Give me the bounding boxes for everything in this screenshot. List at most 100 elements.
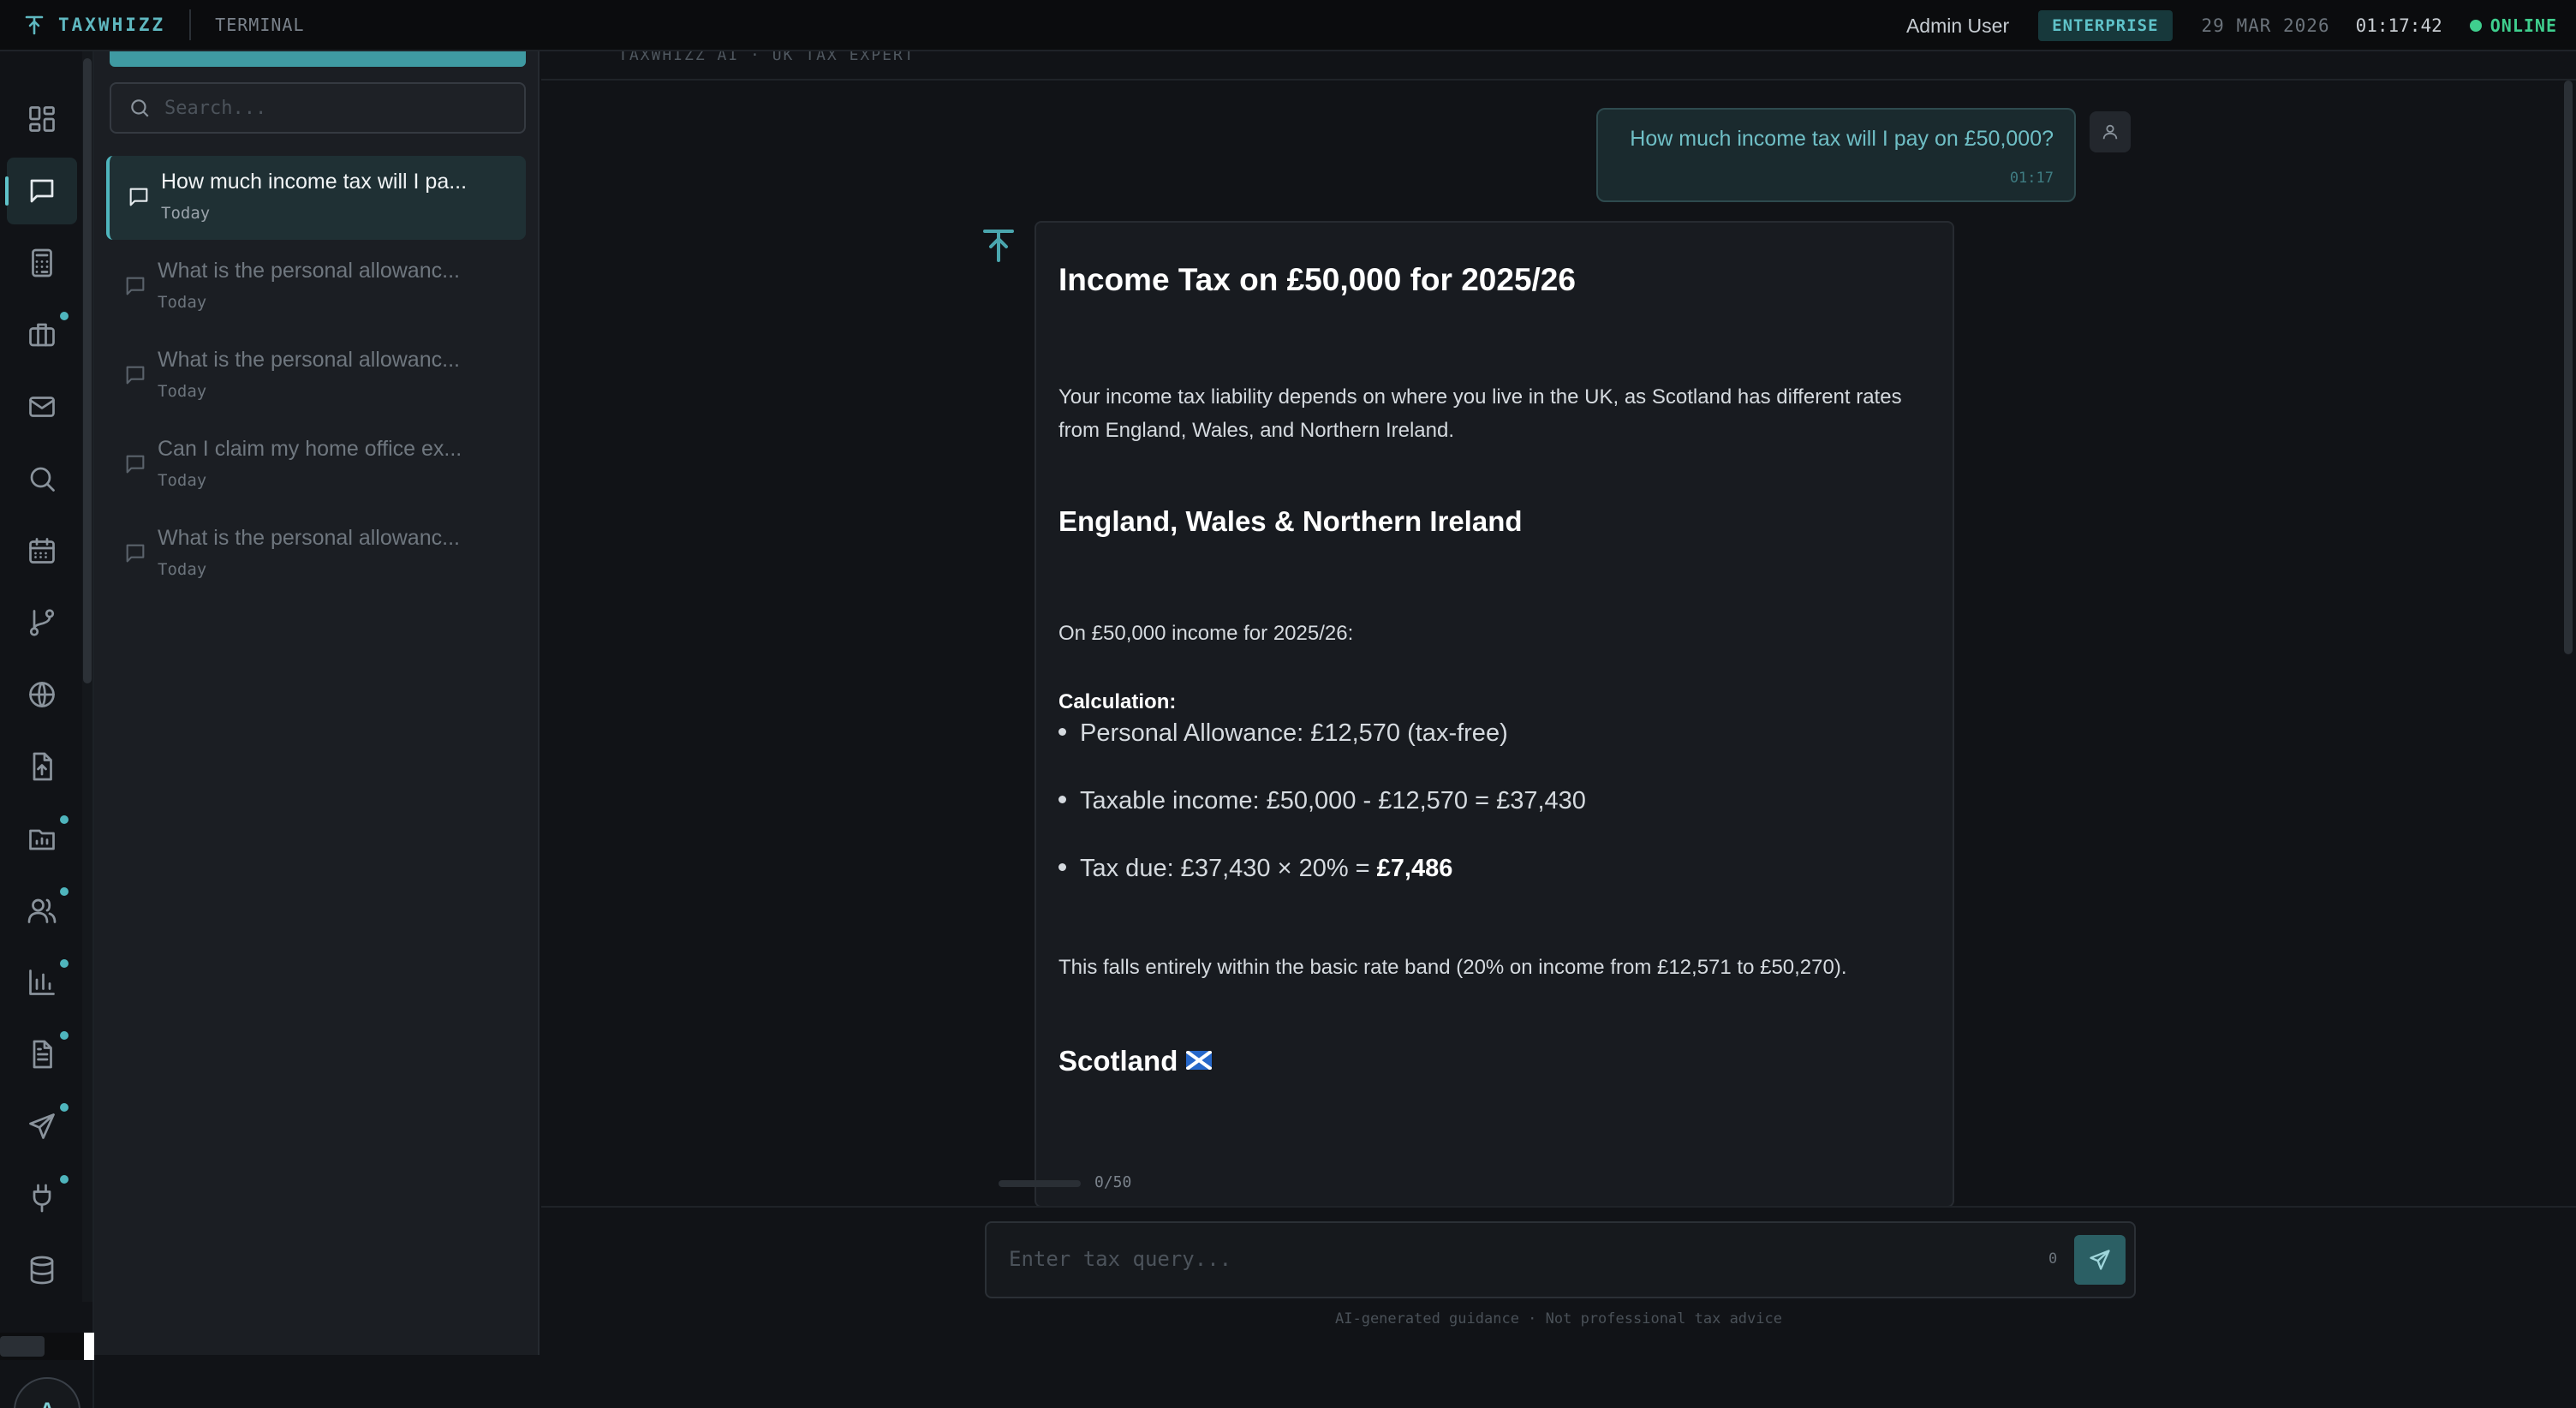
dashboard-icon xyxy=(29,106,55,132)
rail-calendar[interactable] xyxy=(7,517,77,584)
user-message-bubble: How much income tax will I pay on £50,00… xyxy=(1596,108,2076,202)
top-bar: TAXWHIZZ TERMINAL Admin User ENTERPRISE … xyxy=(0,0,2576,51)
notification-badge xyxy=(60,1175,69,1184)
conversation-date: Today xyxy=(158,471,207,490)
user-avatar xyxy=(2090,111,2131,152)
character-count: 0 xyxy=(2048,1250,2058,1268)
chat-bubble-icon xyxy=(127,185,151,209)
rail-search[interactable] xyxy=(7,445,77,512)
conversation-item[interactable]: How much income tax will I pa... Today xyxy=(106,156,526,240)
mail-icon xyxy=(29,397,55,417)
conversation-search[interactable] xyxy=(110,82,526,134)
calculation-label: Calculation: xyxy=(1058,690,1177,713)
scotland-flag-icon xyxy=(1186,1051,1213,1071)
section-lead: On £50,000 income for 2025/26: xyxy=(1058,622,1354,645)
chat-icon xyxy=(30,179,54,203)
rail-documents[interactable] xyxy=(7,1021,77,1088)
conversation-panel: How much income tax will I pa... Today W… xyxy=(94,51,540,1355)
calc-bullet-text: Taxable income: £50,000 - £12,570 = £37,… xyxy=(1080,787,1586,814)
new-chat-button[interactable] xyxy=(110,51,526,67)
search-input[interactable] xyxy=(164,97,507,119)
rail-file-upload[interactable] xyxy=(7,733,77,800)
calc-bullet: Personal Allowance: £12,570 (tax-free) xyxy=(1058,719,1508,748)
chat-scrollbar-thumb[interactable] xyxy=(2564,81,2573,654)
search-icon xyxy=(30,467,55,492)
avatar[interactable]: A xyxy=(14,1377,80,1408)
tax-query-input[interactable] xyxy=(1009,1247,2019,1271)
briefcase-icon xyxy=(29,323,55,347)
plug-icon xyxy=(33,1184,51,1213)
calc-bullet: Taxable income: £50,000 - £12,570 = £37,… xyxy=(1058,787,1586,815)
conversation-item[interactable]: What is the personal allowanc... Today xyxy=(106,512,526,596)
user-message-time: 01:17 xyxy=(2009,170,2054,187)
rail-chat[interactable] xyxy=(5,158,77,224)
assistant-message-card: Income Tax on £50,000 for 2025/26 Your i… xyxy=(1035,221,1954,1208)
answer-title: Income Tax on £50,000 for 2025/26 xyxy=(1058,262,1576,297)
rail-calculator[interactable] xyxy=(7,230,77,296)
tax-due-value: £7,486 xyxy=(1376,855,1453,882)
conversation-date: Today xyxy=(158,560,207,579)
conversation-date: Today xyxy=(161,204,211,223)
icon-rail: A xyxy=(0,51,94,1408)
rail-analytics[interactable] xyxy=(7,949,77,1016)
notification-badge xyxy=(60,1031,69,1040)
brand-section: TERMINAL xyxy=(215,15,305,35)
rail-globe[interactable] xyxy=(7,661,77,728)
rail-integrations[interactable] xyxy=(7,1165,77,1232)
document-icon xyxy=(33,1040,52,1069)
users-icon xyxy=(27,898,57,923)
answer-intro: Your income tax liability depends on whe… xyxy=(1058,385,1902,442)
rail-folder-reports[interactable] xyxy=(7,805,77,872)
conversation-date: Today xyxy=(158,293,207,312)
send-button[interactable] xyxy=(2074,1235,2126,1285)
conversation-item[interactable]: Can I claim my home office ex... Today xyxy=(106,423,526,507)
send-icon xyxy=(29,1113,55,1139)
calculator-icon xyxy=(32,248,52,277)
calc-bullet: Tax due: £37,430 × 20% = £7,486 xyxy=(1058,855,1452,883)
brand-divider xyxy=(189,9,192,40)
conversation-title: What is the personal allowanc... xyxy=(158,259,460,283)
conversation-title: Can I claim my home office ex... xyxy=(158,437,462,461)
globe-icon xyxy=(29,682,55,707)
conversation-item[interactable]: What is the personal allowanc... Today xyxy=(106,334,526,418)
brand-name: TAXWHIZZ xyxy=(58,15,166,35)
message-composer[interactable]: 0 xyxy=(985,1221,2136,1298)
usage-counter: 0/50 xyxy=(1094,1173,1132,1191)
section-heading-ewni: England, Wales & Northern Ireland xyxy=(1058,505,1523,537)
rail-scrollbar-thumb[interactable] xyxy=(83,58,92,683)
notification-badge xyxy=(60,1103,69,1112)
rail-briefcase[interactable] xyxy=(7,301,77,368)
send-icon xyxy=(2090,1250,2110,1270)
rail-mail[interactable] xyxy=(7,373,77,440)
chat-main: TAXWHIZZ AI · UK TAX EXPERT How much inc… xyxy=(541,51,2576,1408)
time-display: 01:17:42 xyxy=(2355,15,2442,36)
chat-bubble-icon xyxy=(123,452,147,476)
chat-bubble-icon xyxy=(123,274,147,298)
notification-badge xyxy=(60,887,69,896)
rail-workflow[interactable] xyxy=(7,589,77,656)
taxwhizz-logo-icon xyxy=(22,13,46,37)
brand[interactable]: TAXWHIZZ TERMINAL xyxy=(0,0,304,51)
conversation-title: What is the personal allowanc... xyxy=(158,348,460,372)
file-upload-icon xyxy=(33,752,52,781)
notification-badge xyxy=(60,815,69,824)
top-right-status: Admin User ENTERPRISE 29 MAR 2026 01:17:… xyxy=(1906,0,2576,51)
status-indicator-icon xyxy=(2469,20,2482,32)
rail-horizontal-scroll-thumb[interactable] xyxy=(0,1336,45,1357)
folder-chart-icon xyxy=(29,829,55,850)
chat-header-label: TAXWHIZZ AI · UK TAX EXPERT xyxy=(618,51,915,64)
chat-header: TAXWHIZZ AI · UK TAX EXPERT xyxy=(541,51,2576,81)
rail-database[interactable] xyxy=(7,1237,77,1304)
conversation-item[interactable]: What is the personal allowanc... Today xyxy=(106,245,526,329)
rail-send[interactable] xyxy=(7,1093,77,1160)
user-name[interactable]: Admin User xyxy=(1906,15,2009,38)
notification-badge xyxy=(60,312,69,320)
calc-bullet-text: Personal Allowance: £12,570 (tax-free) xyxy=(1080,719,1508,747)
section-heading-scotland-text: Scotland xyxy=(1058,1045,1178,1077)
git-branch-icon xyxy=(29,609,55,636)
user-message-text: How much income tax will I pay on £50,00… xyxy=(1630,127,2054,151)
composer-divider xyxy=(541,1206,2576,1208)
rail-dashboard[interactable] xyxy=(7,86,77,152)
notification-badge xyxy=(60,959,69,968)
rail-users[interactable] xyxy=(7,877,77,944)
